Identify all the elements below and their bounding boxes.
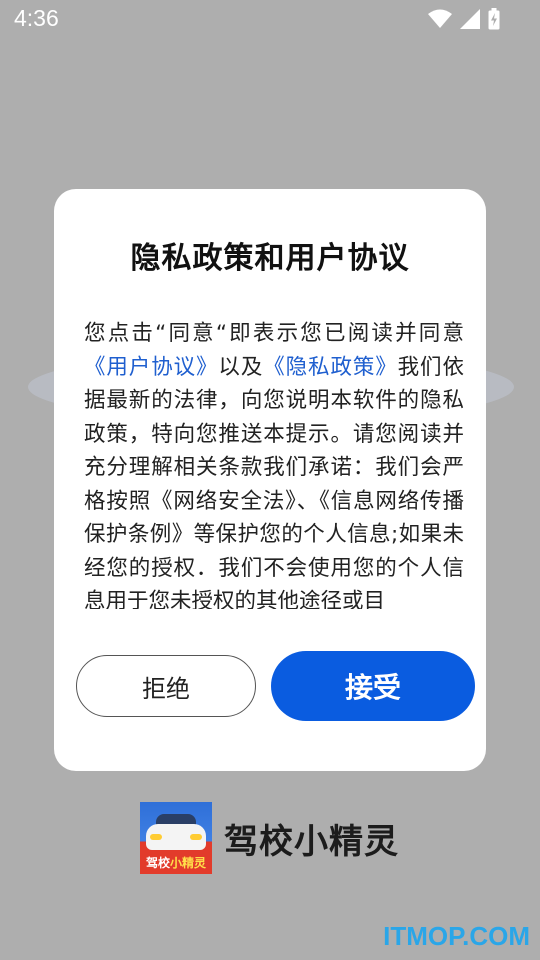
body-text-intro: 您点击“同意“即表示您已阅读并同意 (84, 321, 464, 346)
accept-button[interactable]: 接受 (271, 651, 475, 721)
app-logo-caption: 驾校小精灵 (140, 854, 212, 871)
app-logo-icon: 驾校小精灵 (140, 802, 212, 874)
logo-caption-part-a: 驾校 (145, 856, 170, 870)
body-text-and: 以及 (218, 354, 264, 380)
app-branding: 驾校小精灵 驾校小精灵 (140, 802, 399, 874)
dialog-title: 隐私政策和用户协议 (130, 241, 410, 276)
wifi-icon (428, 9, 452, 29)
status-icons (428, 8, 500, 30)
privacy-dialog: 隐私政策和用户协议 您点击“同意“即表示您已阅读并同意《用户协议》以及《隐私政策… (54, 189, 486, 771)
refuse-button[interactable]: 拒绝 (76, 655, 256, 717)
status-time: 4:36 (14, 5, 59, 31)
cellular-signal-icon (460, 9, 480, 29)
status-bar: 4:36 (0, 0, 540, 38)
site-watermark: ITMOP.COM (383, 921, 530, 951)
body-text-main: 我们依据最新的法律，向您说明本软件的隐私政策，特向您推送本提示。请您阅读并充分理… (84, 354, 464, 610)
logo-caption-part-b: 小精灵 (170, 856, 207, 870)
user-agreement-link[interactable]: 《用户协议》 (84, 355, 218, 380)
car-headlight-right (190, 834, 202, 840)
accept-button-label: 接受 (344, 671, 401, 704)
battery-charging-icon (488, 8, 500, 30)
app-name: 驾校小精灵 (224, 821, 399, 862)
dialog-body[interactable]: 您点击“同意“即表示您已阅读并同意《用户协议》以及《隐私政策》我们依据最新的法律… (84, 317, 464, 609)
refuse-button-label: 拒绝 (142, 674, 190, 703)
privacy-policy-link[interactable]: 《隐私政策》 (263, 355, 397, 380)
car-headlight-left (150, 834, 162, 840)
